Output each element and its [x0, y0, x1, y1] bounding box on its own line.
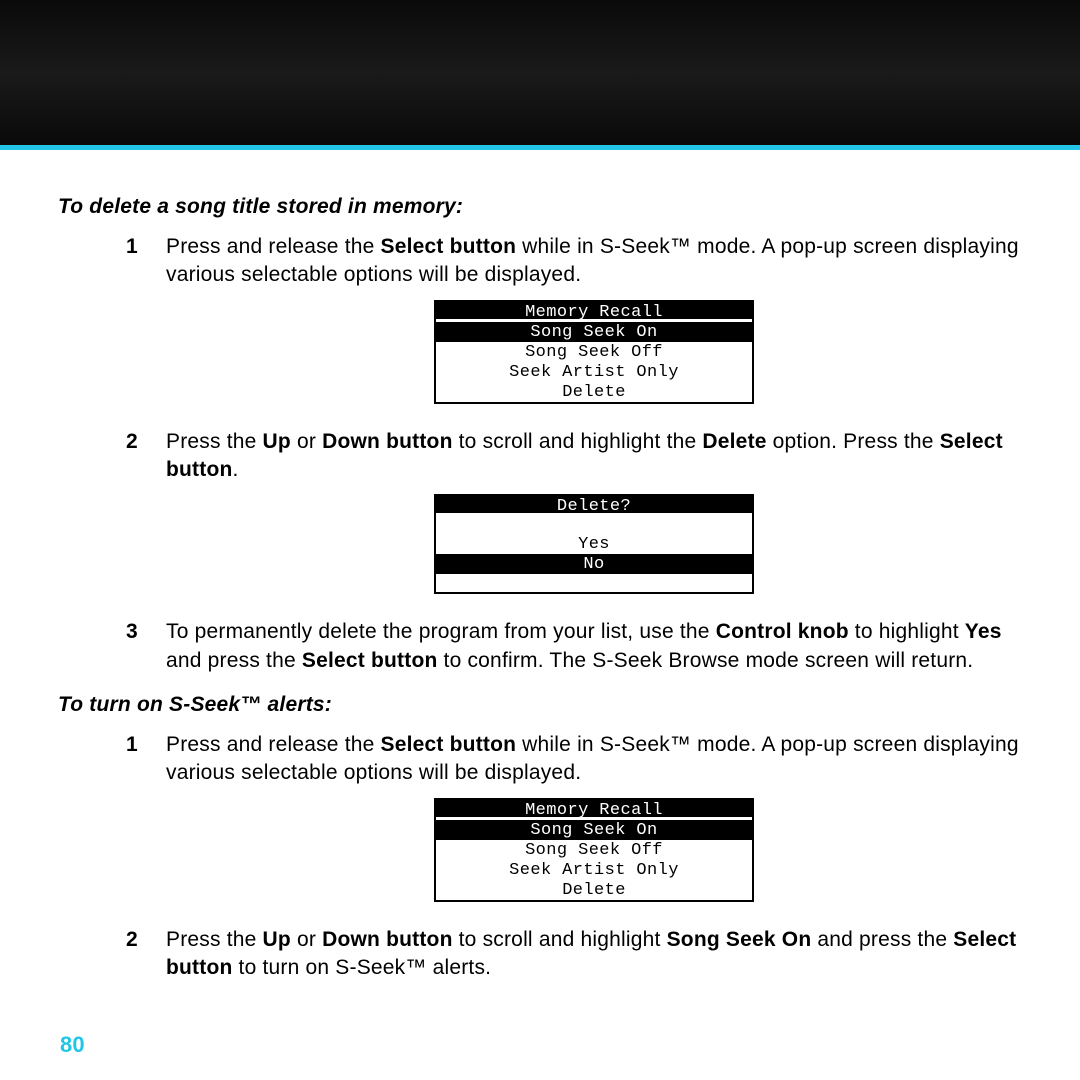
lcd-row: Seek Artist Only: [436, 860, 752, 880]
lcd-header: Delete?: [436, 496, 752, 516]
text: to turn on S-Seek™ alerts.: [233, 956, 492, 979]
lcd-row: Delete: [436, 880, 752, 900]
bold: Select button: [381, 733, 517, 756]
lcd-row-selected: No: [436, 554, 752, 574]
lcd-row: Song Seek Off: [436, 840, 752, 860]
section-title-alerts: To turn on S-Seek™ alerts:: [58, 693, 1022, 717]
lcd-blank: [436, 516, 752, 534]
section-title-delete: To delete a song title stored in memory:: [58, 195, 1022, 219]
step-number: 2: [126, 428, 166, 609]
text: to scroll and highlight: [453, 928, 667, 951]
lcd-row: Delete: [436, 382, 752, 402]
step-number: 2: [126, 926, 166, 983]
text: Press and release the: [166, 235, 381, 258]
text: or: [291, 430, 322, 453]
lcd-delete-confirm: Delete? Yes No: [434, 494, 754, 594]
page-number: 80: [60, 1032, 85, 1058]
bold: Song Seek On: [667, 928, 812, 951]
bold: Delete: [702, 430, 766, 453]
bold: Yes: [965, 620, 1002, 643]
step-number: 3: [126, 618, 166, 675]
step-text: Press and release the Select button whil…: [166, 233, 1022, 418]
bold: Select button: [302, 649, 438, 672]
bold: Down button: [322, 430, 453, 453]
lcd-memory-recall: Memory Recall Song Seek On Song Seek Off…: [434, 300, 754, 404]
lcd-row: Yes: [436, 534, 752, 554]
lcd-memory-recall: Memory Recall Song Seek On Song Seek Off…: [434, 798, 754, 902]
text: and press the: [166, 649, 302, 672]
bold: Up: [263, 430, 291, 453]
text: Press and release the: [166, 733, 381, 756]
text: To permanently delete the program from y…: [166, 620, 716, 643]
bold: Select button: [381, 235, 517, 258]
text: or: [291, 928, 322, 951]
lcd-row: Seek Artist Only: [436, 362, 752, 382]
text: and press the: [811, 928, 953, 951]
lcd-row-selected: Song Seek On: [436, 322, 752, 342]
bold: Down button: [322, 928, 453, 951]
text: Press the: [166, 430, 263, 453]
steps-delete: 1 Press and release the Select button wh…: [126, 233, 1022, 675]
lcd-row: Song Seek Off: [436, 342, 752, 362]
lcd-header: Memory Recall: [436, 302, 752, 322]
steps-alerts: 1 Press and release the Select button wh…: [126, 731, 1022, 982]
text: to scroll and highlight the: [453, 430, 703, 453]
text: Press the: [166, 928, 263, 951]
bold: Up: [263, 928, 291, 951]
step-number: 1: [126, 731, 166, 916]
page-body: To delete a song title stored in memory:…: [0, 150, 1080, 1080]
step-text: Press the Up or Down button to scroll an…: [166, 428, 1022, 609]
step-text: To permanently delete the program from y…: [166, 618, 1022, 675]
bold: Control knob: [716, 620, 849, 643]
step-text: Press and release the Select button whil…: [166, 731, 1022, 916]
lcd-blank: [436, 574, 752, 592]
text: .: [233, 458, 239, 481]
lcd-row-selected: Song Seek On: [436, 820, 752, 840]
text: option. Press the: [767, 430, 940, 453]
step-number: 1: [126, 233, 166, 418]
text: to highlight: [849, 620, 965, 643]
lcd-header: Memory Recall: [436, 800, 752, 820]
text: to confirm. The S-Seek Browse mode scree…: [438, 649, 974, 672]
header-band: [0, 0, 1080, 145]
step-text: Press the Up or Down button to scroll an…: [166, 926, 1022, 983]
